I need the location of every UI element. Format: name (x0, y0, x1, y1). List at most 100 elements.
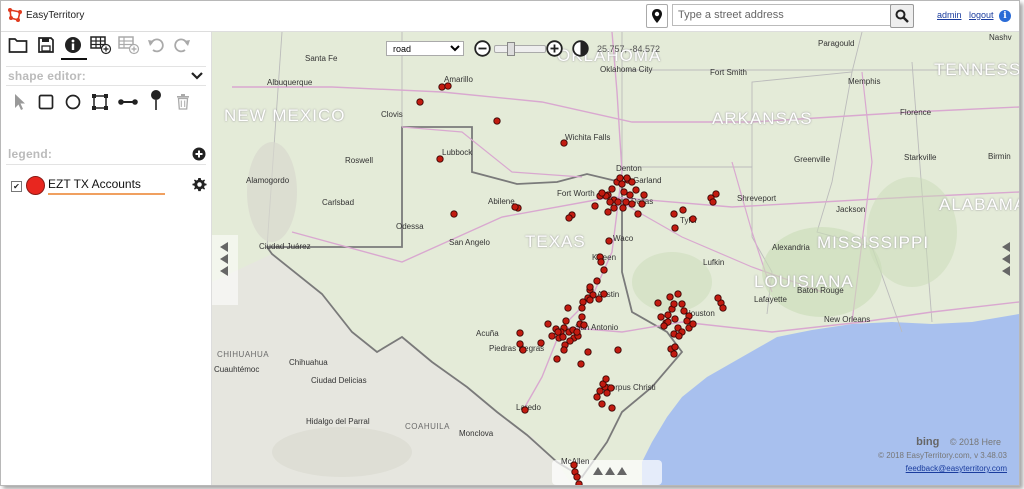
account-marker[interactable] (674, 290, 682, 298)
legend-item[interactable]: ✔ EZT TX Accounts (9, 175, 209, 197)
account-marker[interactable] (436, 155, 444, 163)
account-marker[interactable] (712, 190, 720, 198)
account-marker[interactable] (664, 311, 672, 319)
account-marker[interactable] (620, 188, 628, 196)
point-tool-button[interactable] (145, 89, 167, 111)
address-search-input[interactable] (672, 4, 896, 26)
account-marker[interactable] (678, 300, 686, 308)
account-marker[interactable] (603, 389, 611, 397)
arrow-left-icon[interactable] (1002, 254, 1010, 264)
arrow-left-icon[interactable] (220, 266, 228, 276)
account-marker[interactable] (580, 321, 588, 329)
account-marker[interactable] (671, 343, 679, 351)
pan-right-control[interactable] (1002, 242, 1010, 276)
account-marker[interactable] (593, 277, 601, 285)
account-marker[interactable] (614, 346, 622, 354)
account-marker[interactable] (600, 266, 608, 274)
line-tool-button[interactable] (117, 91, 139, 113)
account-marker[interactable] (675, 332, 683, 340)
account-marker[interactable] (416, 98, 424, 106)
account-marker[interactable] (564, 304, 572, 312)
account-marker[interactable] (578, 313, 586, 321)
circle-tool-button[interactable] (62, 91, 84, 113)
account-marker[interactable] (714, 294, 722, 302)
info-button[interactable] (62, 34, 84, 56)
account-marker[interactable] (570, 461, 578, 469)
account-marker[interactable] (596, 387, 604, 395)
rectangle-tool-button[interactable] (35, 91, 57, 113)
account-marker[interactable] (634, 210, 642, 218)
help-info-icon[interactable]: i (999, 10, 1011, 22)
arrow-left-icon[interactable] (220, 242, 228, 252)
account-marker[interactable] (709, 198, 717, 206)
zoom-in-icon[interactable] (546, 40, 563, 57)
app-logo[interactable]: EasyTerritory (7, 7, 84, 23)
account-marker[interactable] (604, 208, 612, 216)
account-marker[interactable] (660, 322, 668, 330)
pan-up-control[interactable] (593, 467, 627, 475)
account-marker[interactable] (554, 328, 562, 336)
zoom-out-icon[interactable] (474, 40, 491, 57)
account-marker[interactable] (579, 298, 587, 306)
account-marker[interactable] (560, 139, 568, 147)
account-marker[interactable] (618, 180, 626, 188)
account-marker[interactable] (511, 203, 519, 211)
account-marker[interactable] (608, 185, 616, 193)
contrast-toggle-icon[interactable] (572, 40, 589, 57)
account-marker[interactable] (565, 214, 573, 222)
account-marker[interactable] (444, 82, 452, 90)
arrow-left-icon[interactable] (1002, 266, 1010, 276)
account-marker[interactable] (605, 237, 613, 245)
account-marker[interactable] (670, 300, 678, 308)
account-marker[interactable] (671, 224, 679, 232)
open-folder-button[interactable] (7, 34, 29, 56)
account-marker[interactable] (516, 329, 524, 337)
account-marker[interactable] (586, 283, 594, 291)
account-marker[interactable] (586, 296, 594, 304)
layer-settings-button[interactable] (192, 177, 207, 197)
layer-name[interactable]: EZT TX Accounts (48, 177, 141, 191)
zoom-slider-track[interactable] (494, 45, 546, 53)
account-marker[interactable] (640, 191, 648, 199)
account-marker[interactable] (670, 350, 678, 358)
account-marker[interactable] (608, 404, 616, 412)
account-marker[interactable] (680, 307, 688, 315)
account-marker[interactable] (597, 258, 605, 266)
polygon-tool-button[interactable] (89, 91, 111, 113)
add-table-disabled-button[interactable] (118, 34, 140, 56)
account-marker[interactable] (544, 320, 552, 328)
account-marker[interactable] (562, 317, 570, 325)
account-marker[interactable] (553, 355, 561, 363)
account-marker[interactable] (600, 290, 608, 298)
layer-visibility-checkbox[interactable]: ✔ (11, 181, 22, 192)
account-marker[interactable] (671, 315, 679, 323)
account-marker[interactable] (521, 406, 529, 414)
account-marker[interactable] (450, 210, 458, 218)
save-button[interactable] (35, 34, 57, 56)
account-marker[interactable] (628, 200, 636, 208)
account-marker[interactable] (578, 304, 586, 312)
select-tool-button[interactable] (9, 91, 31, 113)
account-marker[interactable] (719, 304, 727, 312)
account-marker[interactable] (493, 117, 501, 125)
account-marker[interactable] (616, 174, 624, 182)
account-marker[interactable] (670, 210, 678, 218)
account-marker[interactable] (689, 320, 697, 328)
account-marker[interactable] (573, 328, 581, 336)
arrow-left-icon[interactable] (220, 254, 228, 264)
feedback-link[interactable]: feedback@easyterritory.com (906, 464, 1007, 473)
account-marker[interactable] (575, 480, 583, 485)
account-marker[interactable] (598, 400, 606, 408)
account-marker[interactable] (679, 206, 687, 214)
account-marker[interactable] (559, 333, 567, 341)
map-style-select[interactable]: road (386, 41, 464, 56)
redo-button[interactable] (171, 34, 193, 56)
arrow-up-icon[interactable] (593, 467, 603, 475)
account-marker[interactable] (591, 202, 599, 210)
account-marker[interactable] (598, 189, 606, 197)
account-marker[interactable] (516, 340, 524, 348)
account-marker[interactable] (614, 198, 622, 206)
account-marker[interactable] (573, 473, 581, 481)
account-marker[interactable] (654, 299, 662, 307)
search-button[interactable] (890, 4, 914, 28)
